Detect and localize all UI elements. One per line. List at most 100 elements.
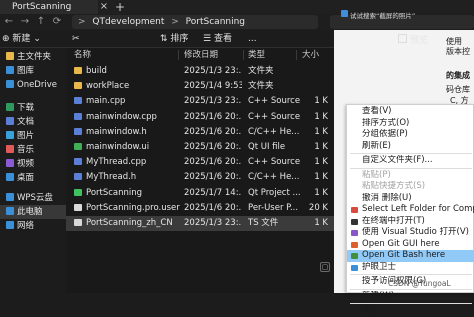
file-name: MyThread.cpp: [86, 157, 147, 168]
view-icon: ☰: [203, 34, 212, 44]
modified-date-cell: 2025/1/6 20:...: [184, 126, 242, 137]
table-row[interactable]: main.cpp 2025/1/3 23:... C++ Source 1 K: [66, 94, 334, 109]
cloud-icon: [6, 193, 14, 201]
sidebar-item[interactable]: WPS云盘: [0, 191, 66, 205]
sidebar-item[interactable]: 图库: [0, 64, 66, 78]
column-header-type[interactable]: 类型: [248, 48, 265, 62]
new-button[interactable]: ⊕ 新建 ⌄: [2, 32, 41, 46]
preview-text-line: 码仓库: [446, 85, 470, 94]
table-row[interactable]: mainwindow.ui 2025/1/6 20:... Qt UI file 1 …: [66, 140, 334, 155]
column-header-size[interactable]: 大小: [302, 48, 319, 62]
context-menu-item[interactable]: Open Git Bash here: [347, 250, 474, 262]
eye-guard-icon: [351, 264, 358, 271]
column-divider[interactable]: [243, 50, 244, 60]
preview-button[interactable]: 预览: [410, 33, 428, 46]
table-row[interactable]: workPlace 2025/1/4 9:53 文件夹: [66, 79, 334, 94]
view-label: 查看: [213, 34, 232, 44]
sidebar-item[interactable]: 音乐: [0, 143, 66, 157]
computer-icon: [6, 207, 14, 215]
music-icon: [6, 145, 14, 153]
column-header-date[interactable]: 修改日期: [184, 48, 218, 62]
view-button[interactable]: ☰ 查看: [203, 32, 232, 46]
folder-icon: [74, 82, 82, 90]
column-header-name[interactable]: 名称: [74, 48, 91, 62]
table-row[interactable]: MyThread.cpp 2025/1/6 20:... C++ Source 1 K: [66, 155, 334, 170]
git-gui-icon: [351, 241, 358, 248]
context-menu-item[interactable]: 排序方式(O): [347, 118, 474, 130]
context-menu-item[interactable]: 分组依据(P): [347, 129, 474, 141]
sidebar-item-label: 主文件夹: [17, 52, 52, 62]
cpp-file-icon: [74, 97, 82, 105]
file-name-cell: main.cpp: [74, 94, 182, 109]
preview-icon: [398, 34, 407, 43]
sidebar-item-label: WPS云盘: [17, 193, 53, 203]
context-menu-label: 新建(W): [362, 290, 395, 301]
forward-button[interactable]: →: [18, 14, 32, 30]
breadcrumb-portscanning[interactable]: PortScanning: [186, 17, 245, 27]
sidebar-item[interactable]: 桌面: [0, 171, 66, 185]
context-menu-item[interactable]: 在终端中打开(T): [347, 216, 474, 228]
context-menu-item[interactable]: 新建(W): [347, 291, 474, 303]
context-menu-item[interactable]: 自定义文件夹(F)...: [347, 155, 474, 167]
size-cell: 1 K: [314, 187, 328, 198]
refresh-button[interactable]: ⟳: [50, 14, 64, 30]
table-row[interactable]: mainwindow.h 2025/1/6 20:... C/C++ He... 1 …: [66, 125, 334, 140]
context-menu-item[interactable]: Select Left Folder for Compare: [347, 204, 474, 216]
context-menu-item[interactable]: 使用 Visual Studio 打开(V): [347, 227, 474, 239]
context-menu-item[interactable]: 撤消 删除(U): [347, 193, 474, 205]
context-menu-label: 属性(R): [362, 305, 392, 315]
context-menu-label: 自定义文件夹(F)...: [362, 155, 433, 165]
table-row[interactable]: PortScanning_zh_CN 2025/1/3 23:... TS 文件 1 …: [66, 216, 334, 231]
table-row[interactable]: PortScanning 2025/1/7 14:... Qt Project ..…: [66, 186, 334, 201]
context-menu-item[interactable]: 刷新(E): [347, 141, 474, 153]
table-row[interactable]: mainwindow.cpp 2025/1/6 20:... C++ Source 1…: [66, 110, 334, 125]
sidebar-item-label: 桌面: [17, 173, 35, 183]
file-name-cell: mainwindow.h: [74, 125, 182, 140]
column-divider[interactable]: [296, 50, 297, 60]
sidebar-item[interactable]: 文档: [0, 115, 66, 129]
sidebar-item[interactable]: 主文件夹: [0, 50, 66, 64]
sidebar-item-label: 此电脑: [17, 207, 43, 217]
more-button[interactable]: ...: [248, 32, 257, 46]
type-cell: Qt UI file: [248, 142, 286, 152]
scroll-to-top-icon[interactable]: ▢: [320, 262, 330, 272]
context-menu-item[interactable]: 查看(V): [347, 106, 474, 118]
menu-separator: [350, 167, 472, 169]
context-menu-label: 分组依据(P): [362, 129, 408, 139]
sidebar-item[interactable]: 视频: [0, 157, 66, 171]
sidebar-item[interactable]: 下载: [0, 101, 66, 115]
new-tab-button[interactable]: +: [113, 0, 127, 14]
sidebar-item[interactable]: OneDrive: [0, 78, 66, 92]
back-button[interactable]: ←: [2, 14, 16, 30]
table-row[interactable]: MyThread.h 2025/1/6 20:... C/C++ He... 1 K: [66, 170, 334, 185]
close-tab-icon[interactable]: ×: [97, 0, 111, 14]
breadcrumb-separator: >: [171, 17, 179, 27]
context-menu-item[interactable]: 属性(R): [347, 305, 474, 317]
search-suggestion[interactable]: 试试搜索“截屏的照片”: [350, 10, 415, 20]
tab-portscanning[interactable]: PortScanning: [0, 0, 98, 14]
context-menu-item[interactable]: Open Git GUI here: [347, 239, 474, 251]
scissors-icon[interactable]: ✂: [72, 32, 80, 46]
column-divider[interactable]: [178, 50, 179, 60]
table-row[interactable]: build 2025/1/3 23:... 文件夹: [66, 64, 334, 79]
sidebar-item-label: 图库: [17, 66, 35, 76]
breadcrumb-separator: >: [78, 17, 86, 27]
preview-text-line: 版本控: [446, 47, 470, 56]
sidebar-item[interactable]: 此电脑: [0, 205, 66, 219]
up-button[interactable]: ↑: [34, 14, 48, 30]
size-cell: 1 K: [314, 218, 328, 228]
type-cell: C++ Source: [248, 157, 300, 168]
table-row[interactable]: PortScanning.pro.user 2025/1/6 20:... Per-…: [66, 201, 334, 216]
sidebar-item[interactable]: 网络: [0, 219, 66, 233]
file-name-cell: MyThread.cpp: [74, 155, 182, 170]
network-icon: [6, 221, 14, 229]
header-file-icon: [74, 127, 82, 135]
sort-button[interactable]: ⇅ 排序: [160, 32, 188, 46]
address-field[interactable]: > QTdevelopment > PortScanning: [72, 15, 318, 29]
file-name: main.cpp: [86, 96, 126, 107]
type-cell: 文件夹: [248, 66, 274, 76]
context-menu-item[interactable]: 护眼卫士: [347, 262, 474, 274]
sidebar-item[interactable]: 图片: [0, 129, 66, 143]
breadcrumb-qtdevelopment[interactable]: QTdevelopment: [92, 17, 164, 27]
header-file-icon: [74, 173, 82, 181]
